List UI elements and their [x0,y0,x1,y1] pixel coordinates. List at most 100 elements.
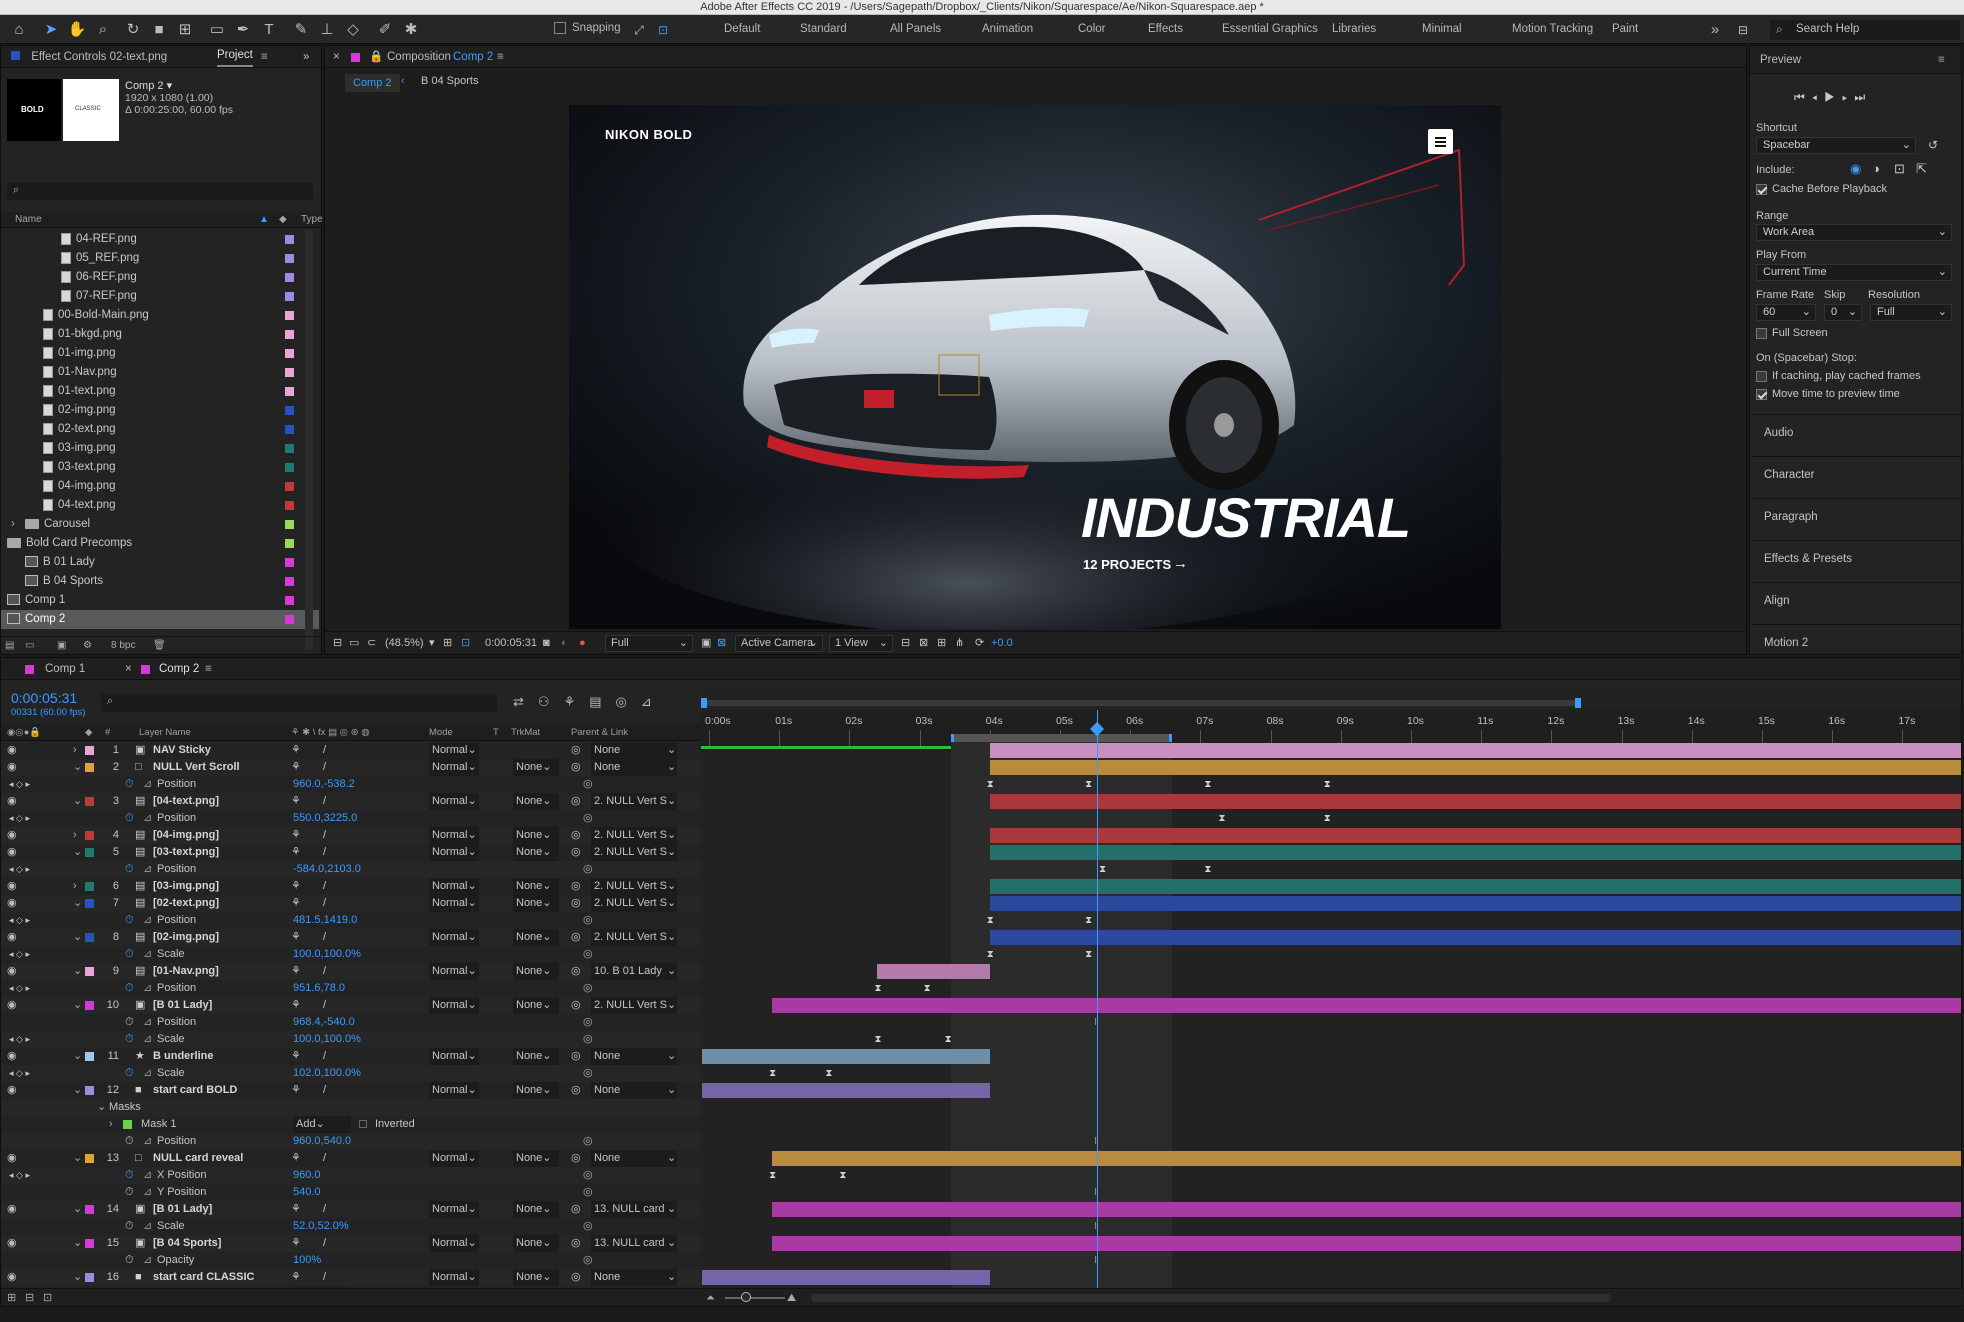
chevron-down-icon[interactable]: ⌄ [667,742,676,759]
pickwhip-icon[interactable]: ◎ [571,1082,581,1099]
column-parent[interactable]: Parent & Link [571,724,628,741]
reset-shortcut-icon[interactable]: ↺ [1928,138,1938,152]
keyframe-marker[interactable]: ⧗ [924,980,931,997]
layer-row[interactable]: ◉ ⌄ 10 ▣ [B 01 Lady] ⚘ / Normal⌄ None⌄ ◎… [1,997,701,1014]
chevron-down-icon[interactable]: ⌄ [667,793,676,810]
comp-viewer[interactable]: NIKON BOLD INDUSTRIAL 12 PROJECTS → [569,105,1501,629]
shy-switch-icon[interactable]: ⚘ [291,1269,301,1286]
chevron-down-icon[interactable]: ⌄ [667,1048,676,1065]
project-item[interactable]: 04-text.png [1,496,319,515]
trkmat-dropdown[interactable]: None⌄ [513,963,559,980]
zoom-out-icon[interactable]: ⏶ [706,1289,715,1307]
keyframe-navigator-icon[interactable]: ◂ ◇ ▸ [9,776,30,793]
chevron-right-icon[interactable]: › [109,1286,113,1287]
project-item[interactable]: › Carousel [1,515,319,534]
parent-dropdown[interactable]: 2. NULL Vert S [591,929,677,946]
layer-name[interactable]: [03-text.png] [153,844,219,861]
expand-stretch-icon[interactable]: ⊡ [43,1289,52,1307]
visibility-eye-icon[interactable]: ◉ [7,1269,17,1286]
quality-switch-icon[interactable]: / [323,878,326,895]
label-color-swatch[interactable] [85,1273,94,1282]
column-trkmat[interactable]: TrkMat [511,724,540,741]
grid-icon[interactable]: ⊞ [443,632,452,655]
clone-stamp-tool-icon[interactable]: ⊥ [316,19,338,41]
parent-dropdown[interactable]: 13. NULL card [591,1235,677,1252]
label-color-swatch[interactable] [85,831,94,840]
zoom-slider-thumb[interactable] [741,1292,751,1302]
lock-icon[interactable]: 🔒 [369,46,383,68]
quality-switch-icon[interactable]: / [323,793,326,810]
label-color-swatch[interactable] [285,520,294,529]
project-item[interactable]: 02-text.png [1,420,319,439]
layer-duration-bar[interactable] [989,879,1961,894]
chevron-right-icon[interactable]: › [73,878,77,895]
shy-switch-icon[interactable]: ⚘ [291,997,301,1014]
masks-group-row[interactable]: ⌄ Masks [1,1099,701,1116]
skip-dropdown[interactable]: 0 ⌄ [1824,304,1862,321]
layer-name[interactable]: [02-img.png] [153,929,219,946]
chevron-down-icon[interactable]: ⌄ [73,1150,82,1167]
layer-row[interactable]: ◉ › 1 ▣ NAV Sticky ⚘ / Normal⌄ ◎ None ⌄ [1,742,701,759]
snapping-checkbox[interactable] [554,22,566,34]
shy-switch-icon[interactable]: ⚘ [291,895,301,912]
quality-switch-icon[interactable]: / [323,742,326,759]
stopwatch-icon[interactable]: ⏱ [125,1014,134,1031]
property-value[interactable]: 102.0,100.0% [293,1065,361,1082]
eraser-tool-icon[interactable]: ◇ [342,19,364,41]
include-overlays-icon[interactable]: ⊡ [1894,161,1905,177]
chevron-down-icon[interactable]: ⌄ [97,1099,106,1116]
expression-pickwhip-icon[interactable]: ◎ [583,912,593,929]
project-settings-icon[interactable]: ⚙ [83,637,92,655]
label-color-swatch[interactable] [85,1239,94,1248]
project-item[interactable]: 01-Nav.png [1,363,319,382]
chevron-down-icon[interactable]: ⌄ [667,1235,676,1252]
property-value[interactable]: 968.4,-540.0 [293,1014,355,1031]
channel-icon[interactable]: ● [579,632,586,655]
parent-dropdown[interactable]: 2. NULL Vert S [591,793,677,810]
chevron-right-icon[interactable]: › [109,1116,113,1133]
project-search-field[interactable]: ⌕ [7,183,313,200]
expand-layer-switches-icon[interactable]: ⊞ [7,1289,16,1307]
chevron-right-icon[interactable]: › [11,515,15,534]
visibility-eye-icon[interactable]: ◉ [7,1082,17,1099]
keyframe-marker[interactable]: ⧗ [1204,776,1211,793]
property-row[interactable]: ◂ ◇ ▸ ⏱ ⊿ Scale 100.0,100.0% ◎ [1,946,701,963]
timeline-icon[interactable]: ⊞ [937,632,946,655]
keyframe-marker[interactable]: ⧗ [987,912,994,929]
expand-panels-icon[interactable]: » [303,46,309,68]
chevron-right-icon[interactable]: ⌄ [1,534,3,553]
panel-section-audio[interactable]: Audio [1752,414,1961,456]
layer-duration-bar[interactable] [772,1202,1961,1217]
workspace-animation[interactable]: Animation [982,23,1033,35]
current-time-display[interactable]: 0:00:05:31 [485,632,537,655]
flowchart-icon[interactable]: ⋔ [955,632,964,655]
shy-switch-icon[interactable]: ⚘ [291,793,301,810]
trkmat-dropdown[interactable]: None⌄ [513,793,559,810]
parent-dropdown[interactable]: None [591,1150,677,1167]
label-color-swatch[interactable] [85,746,94,755]
column-mode[interactable]: Mode [429,724,453,741]
chevron-down-icon[interactable]: ⌄ [667,878,676,895]
frame-blending-icon[interactable]: ▤ [589,694,615,709]
keyframe-marker[interactable]: ⧗ [945,1031,952,1048]
workspace-paint[interactable]: Paint [1612,23,1638,35]
layer-name[interactable]: [B 01 Lady] [153,1201,212,1218]
pickwhip-icon[interactable]: ◎ [571,878,581,895]
label-color-swatch[interactable] [85,1086,94,1095]
blend-mode-dropdown[interactable]: Normal⌄ [429,759,479,776]
parent-dropdown[interactable]: 2. NULL Vert S [591,878,677,895]
quality-switch-icon[interactable]: / [323,997,326,1014]
visibility-eye-icon[interactable]: ◉ [7,895,17,912]
zoom-tool-icon[interactable]: ⌕ [92,19,114,41]
chevron-down-icon[interactable]: ▾ [429,632,435,655]
panel-section-paragraph[interactable]: Paragraph [1752,498,1961,540]
visibility-eye-icon[interactable]: ◉ [7,844,17,861]
layer-duration-bar[interactable] [772,998,1961,1013]
keyframe-navigator-icon[interactable]: ◂ ◇ ▸ [9,980,30,997]
property-value[interactable]: 52.0,52.0% [293,1218,349,1235]
comp-tab-label[interactable]: Composition [387,46,451,68]
chevron-down-icon[interactable]: ⌄ [73,1201,82,1218]
property-row[interactable]: ◂ ◇ ▸ ⏱ ⊿ Position -584.0,2103.0 ◎ [1,861,701,878]
shy-switch-icon[interactable]: ⚘ [291,1150,301,1167]
exposure-value[interactable]: +0.0 [991,632,1013,655]
